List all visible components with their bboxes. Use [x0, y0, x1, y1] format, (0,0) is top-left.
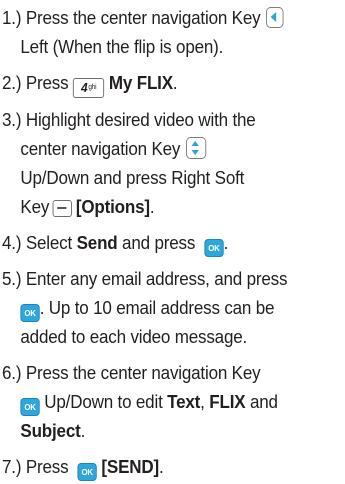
- my-flix-label: My FLIX: [108, 72, 173, 93]
- step-5-line-1: 5.) Enter any email address, and press: [2, 268, 288, 289]
- step-1-line-1: 1.) Press the center navigation Key: [2, 7, 261, 28]
- subject-label: Subject: [20, 420, 81, 441]
- ok-key-icon: OK: [77, 463, 97, 481]
- step-5: 5.) Enter any email address, and press O…: [2, 264, 315, 351]
- step-6: 6.) Press the center navigation Key OK U…: [2, 358, 315, 445]
- step-4: 4.) Select Send and press OK.: [2, 228, 315, 257]
- send-bracket-label: [SEND]: [101, 456, 159, 477]
- flix-label: FLIX: [209, 391, 246, 412]
- up-down-nav-key-icon: [185, 137, 206, 159]
- step-7: 7.) Press OK [SEND].: [2, 452, 315, 481]
- ok-key-icon: OK: [20, 398, 40, 416]
- ok-key-icon: OK: [20, 304, 40, 322]
- left-nav-key-icon: [265, 7, 284, 28]
- options-label: [Options]: [75, 196, 150, 217]
- step-2: 2.) Press 4ghi My FLIX.: [2, 68, 315, 98]
- instruction-steps: 1.) Press the center navigation Key Left…: [2, 3, 342, 481]
- key-4-ghi-icon: 4ghi: [73, 78, 105, 98]
- step-3-line-1: 3.) Highlight desired video with the: [2, 109, 256, 130]
- step-5-line-2: . Up to 10 email address can be: [39, 297, 275, 318]
- right-soft-key-icon: [52, 200, 73, 217]
- send-label: Send: [76, 232, 118, 253]
- step-1: 1.) Press the center navigation Key Left…: [2, 3, 315, 61]
- text-label: Text: [167, 391, 201, 412]
- step-1-line-2: Left (When the flip is open).: [20, 36, 224, 57]
- step-3-line-4: Key: [20, 196, 50, 217]
- step-6-line-1: 6.) Press the center navigation Key: [2, 362, 261, 383]
- step-3: 3.) Highlight desired video with the cen…: [2, 105, 315, 221]
- step-5-line-3: added to each video message.: [20, 326, 248, 347]
- ok-key-icon: OK: [204, 239, 224, 257]
- step-2-press: 2.) Press: [2, 72, 69, 93]
- step-3-line-3: Up/Down and press Right Soft: [20, 167, 245, 188]
- step-3-line-2: center navigation Key: [20, 138, 181, 159]
